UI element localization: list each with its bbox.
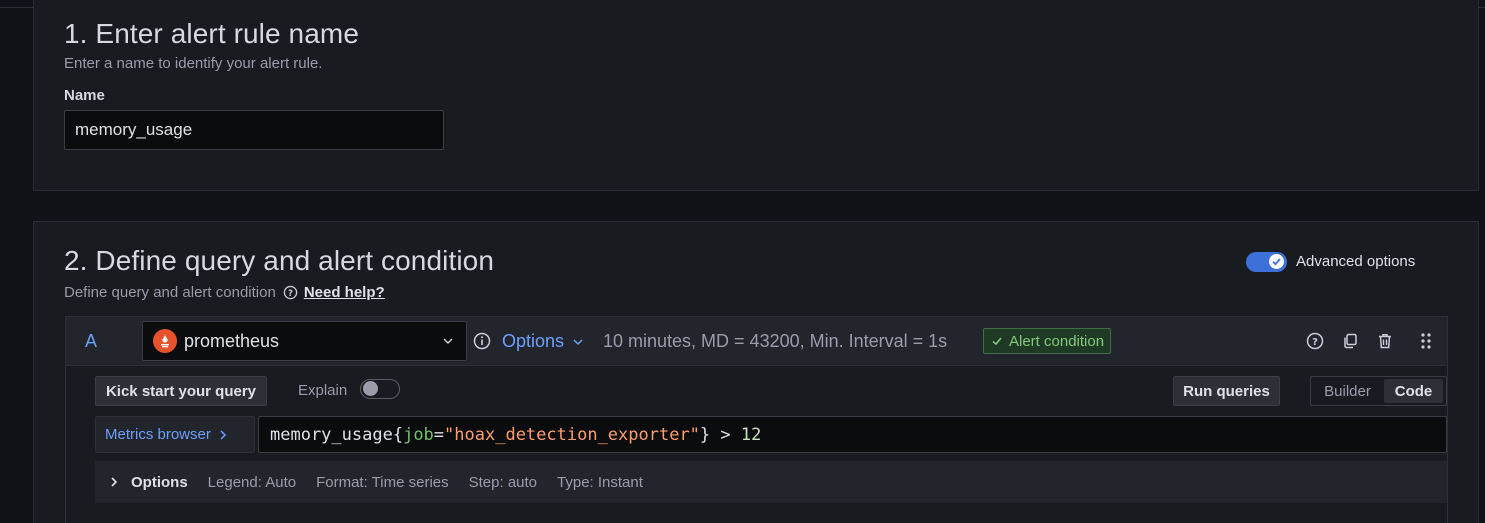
- editor-mode-switch: Builder Code: [1310, 376, 1447, 406]
- toggle-knob: [363, 381, 378, 396]
- query-ref-id[interactable]: A: [85, 331, 97, 352]
- query-options-label: Options: [502, 331, 565, 351]
- options-row-title: Options: [131, 473, 188, 491]
- rule-name-input[interactable]: memory_usage: [64, 110, 444, 150]
- query-options-toggle[interactable]: Options: [502, 331, 584, 352]
- expr-close-brace: }: [699, 424, 711, 445]
- section2-description-row: Define query and alert condition ? Need …: [64, 284, 385, 301]
- options-legend: Legend: Auto: [207, 473, 297, 491]
- expr-threshold: 12: [740, 424, 762, 445]
- duplicate-icon[interactable]: [1341, 332, 1359, 350]
- name-label: Name: [64, 87, 105, 104]
- metrics-browser-label: Metrics browser: [105, 426, 211, 443]
- alert-condition-label: Alert condition: [1009, 332, 1105, 350]
- options-format: Format: Time series: [316, 473, 449, 491]
- advanced-options-label[interactable]: Advanced options: [1296, 253, 1415, 270]
- rule-name-value: memory_usage: [75, 120, 193, 139]
- info-circle-icon[interactable]: [473, 332, 491, 350]
- expr-open-brace: {: [392, 424, 404, 445]
- drag-handle-icon[interactable]: [1419, 332, 1433, 350]
- datasource-name: prometheus: [184, 330, 280, 351]
- query-options-summary: 10 minutes, MD = 43200, Min. Interval = …: [603, 331, 948, 351]
- chevron-right-icon: [218, 429, 228, 441]
- section1-description: Enter a name to identify your alert rule…: [64, 55, 323, 72]
- toggle-knob: [1269, 254, 1284, 269]
- promql-code-editor[interactable]: memory_usage{job = "hoax_detection_exporte…: [258, 416, 1447, 453]
- query-options-row[interactable]: Options Legend: Auto Format: Time series…: [95, 461, 1447, 503]
- svg-text:?: ?: [1312, 337, 1318, 348]
- expr-label-key: job: [403, 424, 434, 445]
- svg-text:?: ?: [288, 288, 293, 298]
- expr-operator: >: [710, 424, 741, 445]
- kick-start-button[interactable]: Kick start your query: [95, 376, 267, 406]
- metrics-browser-button[interactable]: Metrics browser: [95, 416, 255, 453]
- chevron-right-icon: [109, 476, 119, 488]
- expr-label-value: "hoax_detection_exporter": [444, 424, 700, 445]
- expr-metric: memory_usage: [270, 424, 393, 445]
- explain-toggle[interactable]: [360, 379, 400, 399]
- datasource-picker[interactable]: prometheus: [142, 321, 467, 361]
- options-step: Step: auto: [468, 473, 538, 491]
- need-help-link[interactable]: Need help?: [304, 284, 385, 301]
- section2-description: Define query and alert condition: [64, 284, 276, 301]
- chevron-down-icon: [442, 334, 454, 352]
- section2-title: 2. Define query and alert condition: [64, 245, 494, 276]
- prometheus-icon: [153, 329, 177, 353]
- expr-equals: =: [433, 424, 445, 445]
- chevron-down-icon: [572, 336, 584, 348]
- info-circle-icon[interactable]: ?: [283, 285, 298, 300]
- code-mode-option[interactable]: Code: [1384, 379, 1443, 403]
- trash-icon[interactable]: [1376, 332, 1394, 350]
- alert-condition-badge[interactable]: Alert condition: [983, 328, 1112, 354]
- advanced-options-toggle[interactable]: [1246, 252, 1287, 272]
- options-type: Type: Instant: [557, 473, 643, 491]
- query-help-icon[interactable]: ?: [1306, 332, 1324, 350]
- check-icon: [992, 337, 1002, 346]
- builder-mode-option[interactable]: Builder: [1311, 379, 1384, 403]
- section1-title: 1. Enter alert rule name: [64, 18, 359, 49]
- explain-label: Explain: [298, 382, 348, 399]
- run-queries-button[interactable]: Run queries: [1173, 376, 1280, 406]
